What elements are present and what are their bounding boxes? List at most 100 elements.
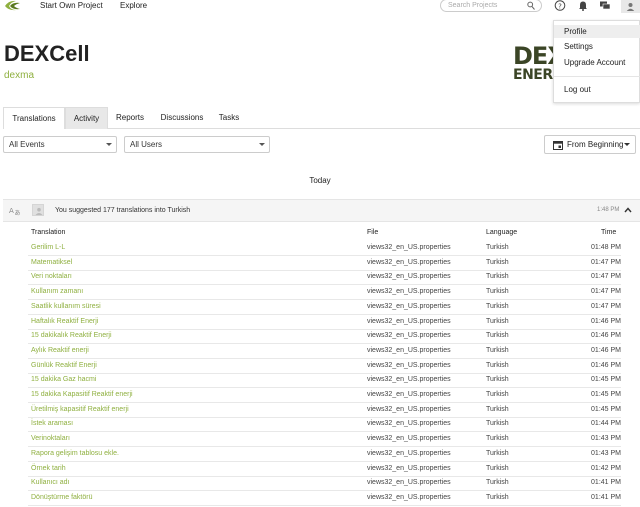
file-name: views32_en_US.properties bbox=[367, 346, 451, 354]
events-filter-value: All Events bbox=[9, 140, 45, 149]
svg-text:?: ? bbox=[558, 2, 562, 10]
translation-link[interactable]: İstek araması bbox=[31, 417, 73, 431]
translation-link[interactable]: Dönüştürme faktörü bbox=[31, 491, 92, 505]
file-name: views32_en_US.properties bbox=[367, 244, 451, 251]
menu-item-log-out[interactable]: Log out bbox=[564, 85, 591, 94]
row-time: 01:46 PM bbox=[591, 332, 621, 340]
language: Turkish bbox=[486, 288, 509, 296]
row-time: 01:47 PM bbox=[591, 258, 621, 266]
calendar-icon bbox=[553, 141, 563, 150]
translation-link[interactable]: Matematiksel bbox=[31, 256, 72, 270]
row-time: 01:47 PM bbox=[591, 273, 621, 281]
file-name: views32_en_US.properties bbox=[367, 302, 451, 310]
row-time: 01:42 PM bbox=[591, 464, 621, 472]
file-name: views32_en_US.properties bbox=[367, 332, 451, 340]
tab-reports[interactable]: Reports bbox=[109, 107, 151, 129]
users-filter-select[interactable]: All Users bbox=[124, 136, 270, 153]
language: Turkish bbox=[486, 435, 509, 443]
row-time: 01:45 PM bbox=[591, 405, 621, 413]
language: Turkish bbox=[486, 449, 509, 457]
translation-link[interactable]: Verinoktaları bbox=[31, 432, 70, 446]
row-time: 01:45 PM bbox=[591, 376, 621, 384]
translation-link[interactable]: Veri noktaları bbox=[31, 270, 72, 284]
column-header-language: Language bbox=[486, 229, 518, 236]
translation-link[interactable]: Gerilim L-L bbox=[31, 241, 65, 255]
bell-icon[interactable] bbox=[577, 0, 589, 11]
table-row: 15 dakika Kapasitif Reaktif enerji views… bbox=[28, 388, 621, 403]
column-header-translation: Translation bbox=[31, 229, 66, 236]
logo-icon[interactable] bbox=[4, 0, 22, 11]
translation-link[interactable]: Günlük Reaktif Enerji bbox=[31, 359, 97, 373]
messages-icon[interactable] bbox=[599, 0, 611, 11]
user-icon bbox=[626, 3, 635, 11]
tab-tasks[interactable]: Tasks bbox=[211, 107, 247, 129]
translation-link[interactable]: Örnek tarih bbox=[31, 462, 66, 476]
project-org-link[interactable]: dexma bbox=[4, 70, 34, 81]
top-bar: Start Own Project Explore Search Project… bbox=[0, 0, 640, 13]
caret-down-icon bbox=[259, 143, 265, 146]
translation-link[interactable]: 15 dakikalık Reaktif Enerji bbox=[31, 329, 112, 343]
activity-summary: You suggested 177 translations into Turk… bbox=[55, 207, 191, 214]
search-icon bbox=[527, 1, 535, 10]
table-row: Verinoktaları views32_en_US.properties T… bbox=[28, 432, 621, 448]
language: Turkish bbox=[486, 302, 509, 310]
translation-link[interactable]: 15 dakika Gaz hacmi bbox=[31, 373, 96, 387]
table-row: Rapora gelişim tablosu ekle. views32_en_… bbox=[28, 447, 621, 462]
search-input[interactable]: Search Projects bbox=[440, 0, 542, 12]
translation-link[interactable]: Haftalık Reaktif Enerji bbox=[31, 315, 98, 329]
file-name: views32_en_US.properties bbox=[367, 273, 451, 281]
file-name: views32_en_US.properties bbox=[367, 435, 451, 443]
translation-link[interactable]: Üretilmiş kapasitif Reaktif enerji bbox=[31, 403, 129, 417]
row-time: 01:41 PM bbox=[591, 479, 621, 487]
file-name: views32_en_US.properties bbox=[367, 420, 451, 428]
nav-explore[interactable]: Explore bbox=[120, 0, 147, 11]
menu-item-settings[interactable]: Settings bbox=[564, 42, 593, 51]
events-filter-select[interactable]: All Events bbox=[3, 136, 117, 153]
activity-header[interactable]: A あ You suggested 177 translations into … bbox=[3, 200, 640, 222]
menu-divider bbox=[554, 76, 640, 77]
language: Turkish bbox=[486, 244, 509, 251]
language: Turkish bbox=[486, 405, 509, 413]
row-time: 01:46 PM bbox=[591, 317, 621, 325]
table-row: Veri noktaları views32_en_US.properties … bbox=[28, 270, 621, 286]
language: Turkish bbox=[486, 420, 509, 428]
file-name: views32_en_US.properties bbox=[367, 479, 451, 487]
svg-text:A: A bbox=[9, 207, 14, 215]
account-button[interactable] bbox=[621, 0, 640, 13]
menu-item-profile[interactable]: Profile bbox=[554, 25, 640, 38]
translation-link[interactable]: Aylık Reaktif enerji bbox=[31, 344, 89, 358]
language: Turkish bbox=[486, 361, 509, 369]
table-row: İstek araması views32_en_US.properties T… bbox=[28, 417, 621, 433]
translation-link[interactable]: Rapora gelişim tablosu ekle. bbox=[31, 447, 119, 461]
file-name: views32_en_US.properties bbox=[367, 361, 451, 369]
menu-item-upgrade-account[interactable]: Upgrade Account bbox=[564, 58, 625, 67]
date-range-button[interactable]: From Beginning bbox=[544, 135, 636, 154]
translation-link[interactable]: Kullanıcı adı bbox=[31, 476, 70, 490]
translation-link[interactable]: Kullanım zamanı bbox=[31, 285, 83, 299]
table-row: Saatlik kullanım süresi views32_en_US.pr… bbox=[28, 300, 621, 315]
table-row: Günlük Reaktif Enerji views32_en_US.prop… bbox=[28, 359, 621, 374]
chevron-up-icon[interactable] bbox=[624, 206, 632, 214]
translate-icon: A あ bbox=[9, 207, 21, 216]
help-icon[interactable]: ? bbox=[554, 0, 566, 11]
table-row: Aylık Reaktif enerji views32_en_US.prope… bbox=[28, 344, 621, 359]
file-name: views32_en_US.properties bbox=[367, 288, 451, 296]
row-time: 01:43 PM bbox=[591, 435, 621, 443]
language: Turkish bbox=[486, 479, 509, 487]
tab-translations[interactable]: Translations bbox=[3, 107, 65, 129]
language: Turkish bbox=[486, 391, 509, 398]
file-name: views32_en_US.properties bbox=[367, 449, 451, 457]
tab-discussions[interactable]: Discussions bbox=[153, 107, 211, 129]
nav-start-own-project[interactable]: Start Own Project bbox=[40, 0, 103, 11]
column-header-file: File bbox=[367, 229, 379, 236]
translation-link[interactable]: 15 dakika Kapasitif Reaktif enerji bbox=[31, 388, 133, 402]
row-time: 01:48 PM bbox=[591, 244, 621, 251]
file-name: views32_en_US.properties bbox=[367, 258, 451, 266]
language: Turkish bbox=[486, 273, 509, 281]
row-time: 01:44 PM bbox=[591, 420, 621, 428]
translation-link[interactable]: Saatlik kullanım süresi bbox=[31, 300, 101, 314]
tab-activity[interactable]: Activity bbox=[65, 107, 108, 129]
avatar bbox=[32, 204, 44, 216]
row-time: 01:45 PM bbox=[591, 391, 621, 398]
language: Turkish bbox=[486, 346, 509, 354]
